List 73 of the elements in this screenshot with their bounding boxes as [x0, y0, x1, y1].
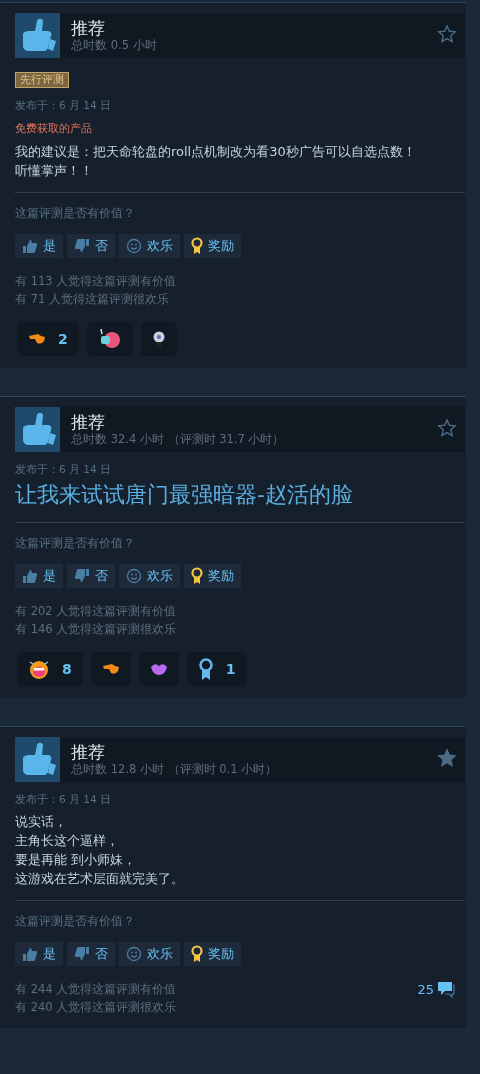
award-chip[interactable]: 2	[17, 322, 79, 356]
yes-button[interactable]: 是	[15, 234, 63, 258]
review-text: 要是再能 到小师妹，	[15, 851, 138, 869]
thumbs-up-icon	[15, 737, 60, 782]
award-chip[interactable]: 8	[17, 652, 83, 686]
review-text: 我的建议是：把天命轮盘的roll点机制改为看30秒广告可以自选点数！	[15, 143, 417, 161]
funny-button[interactable]: 欢乐	[119, 942, 180, 966]
brain-icon	[97, 328, 122, 350]
review-heading: 让我来试试唐门最强暗器-赵活的脸	[15, 481, 354, 509]
review-text: 说实话，	[15, 813, 68, 831]
award-chip[interactable]	[86, 322, 133, 356]
review-text: 听懂掌声！！	[15, 162, 94, 180]
award-chip[interactable]	[138, 652, 179, 686]
thumbs-up-icon	[15, 13, 60, 58]
review-text: 这游戏在艺术层面就完美了。	[15, 870, 185, 888]
review-text: 主角长这个逼样，	[15, 832, 120, 850]
award-chip[interactable]	[140, 322, 177, 356]
yes-button[interactable]: 是	[15, 942, 63, 966]
star-icon[interactable]	[437, 417, 457, 438]
no-button[interactable]: 否	[67, 942, 115, 966]
vote-count-text: 有 113 人觉得这篇评测有价值	[15, 273, 178, 290]
award-chip[interactable]: 1	[186, 652, 247, 686]
no-button[interactable]: 否	[67, 234, 115, 258]
thumbs-up-icon	[22, 238, 38, 254]
pointing-hand-icon	[28, 333, 46, 345]
laughing-face-icon	[28, 658, 50, 680]
verdict-label: 推荐	[71, 742, 106, 762]
vote-count-text: 有 244 人觉得这篇评测有价值	[15, 981, 178, 998]
thumbs-down-icon	[74, 568, 90, 584]
lips-icon	[149, 662, 168, 676]
pointing-hand-icon	[101, 663, 120, 675]
helpful-question: 这篇评测是否有价值？	[15, 205, 136, 221]
yes-button[interactable]: 是	[15, 564, 63, 588]
medal-icon	[191, 567, 203, 585]
medal-icon	[191, 237, 203, 255]
ribbon-icon	[197, 657, 214, 681]
smiley-icon	[126, 946, 142, 962]
thumbs-up-icon	[22, 568, 38, 584]
playtime-text: 总时数 32.4 小时 （评测时 31.7 小时）	[71, 432, 286, 447]
star-icon[interactable]	[437, 23, 457, 44]
thumbs-down-icon	[74, 238, 90, 254]
posted-date: 发布于：6 月 14 日	[15, 792, 113, 806]
helpful-question: 这篇评测是否有价值？	[15, 913, 136, 929]
lightbulb-icon	[151, 330, 166, 348]
posted-date: 发布于：6 月 14 日	[15, 98, 113, 112]
vote-count-text: 有 71 人觉得这篇评测很欢乐	[15, 291, 170, 308]
speech-bubble-icon	[437, 980, 455, 998]
funny-button[interactable]: 欢乐	[119, 234, 180, 258]
early-access-tag: 先行评测	[15, 72, 69, 88]
verdict-label: 推荐	[71, 18, 106, 38]
award-button[interactable]: 奖励	[184, 564, 241, 588]
product-source-note: 免费获取的产品	[15, 122, 93, 136]
award-chip[interactable]	[90, 652, 131, 686]
medal-icon	[191, 945, 203, 963]
posted-date: 发布于：6 月 14 日	[15, 462, 113, 476]
playtime-text: 总时数 12.8 小时 （评测时 0.1 小时）	[71, 762, 279, 777]
thumbs-up-icon	[15, 407, 60, 452]
no-button[interactable]: 否	[67, 564, 115, 588]
helpful-question: 这篇评测是否有价值？	[15, 535, 136, 551]
thumbs-up-icon	[22, 946, 38, 962]
award-button[interactable]: 奖励	[184, 234, 241, 258]
star-icon[interactable]	[437, 747, 457, 768]
smiley-icon	[126, 568, 142, 584]
comments-link[interactable]: 25	[417, 980, 455, 998]
playtime-text: 总时数 0.5 小时	[71, 38, 158, 53]
vote-count-text: 有 240 人觉得这篇评测很欢乐	[15, 999, 178, 1016]
award-button[interactable]: 奖励	[184, 942, 241, 966]
funny-button[interactable]: 欢乐	[119, 564, 180, 588]
vote-count-text: 有 202 人觉得这篇评测有价值	[15, 603, 178, 620]
smiley-icon	[126, 238, 142, 254]
verdict-label: 推荐	[71, 412, 106, 432]
thumbs-down-icon	[74, 946, 90, 962]
vote-count-text: 有 146 人觉得这篇评测很欢乐	[15, 621, 178, 638]
